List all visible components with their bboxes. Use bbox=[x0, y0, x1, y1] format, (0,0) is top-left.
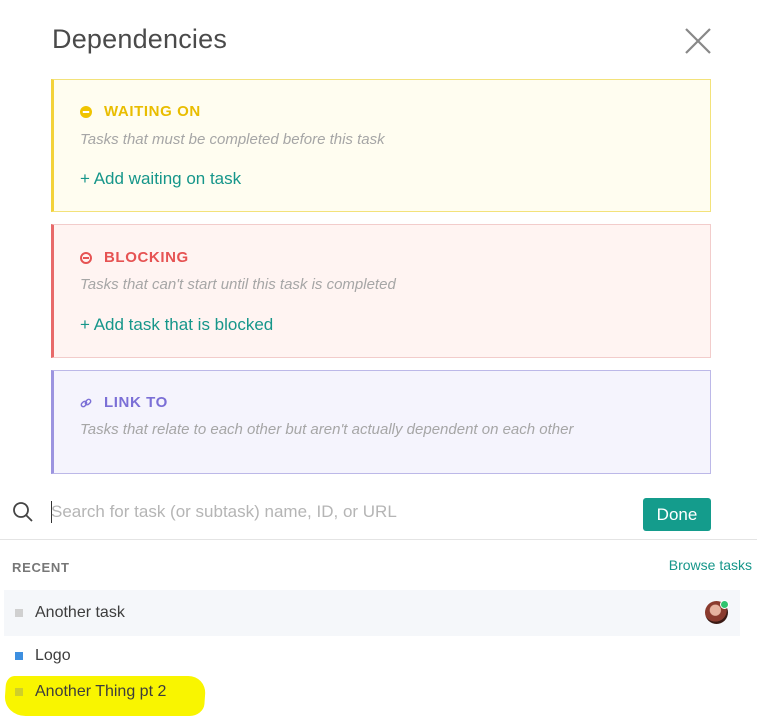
waiting-on-heading: WAITING ON bbox=[80, 103, 201, 120]
close-icon bbox=[685, 28, 711, 54]
status-square-icon bbox=[15, 609, 23, 617]
recent-task-row[interactable]: Another task bbox=[4, 590, 740, 636]
online-status-icon bbox=[720, 600, 729, 609]
done-button[interactable]: Done bbox=[643, 498, 711, 531]
search-input[interactable] bbox=[51, 498, 636, 526]
add-blocked-task-link[interactable]: + Add task that is blocked bbox=[80, 315, 273, 335]
blocking-title: BLOCKING bbox=[104, 249, 189, 266]
close-button[interactable] bbox=[681, 24, 715, 58]
link-to-section: LINK TO Tasks that relate to each other … bbox=[51, 370, 711, 474]
status-square-icon bbox=[15, 652, 23, 660]
blocking-heading: BLOCKING bbox=[80, 249, 189, 266]
link-icon bbox=[80, 398, 92, 407]
task-name: Another Thing pt 2 bbox=[35, 683, 167, 700]
dialog-title: Dependencies bbox=[52, 24, 228, 54]
blocking-icon bbox=[80, 251, 92, 264]
status-square-icon bbox=[15, 688, 23, 696]
recent-label: RECENT bbox=[12, 560, 70, 575]
blocking-section: BLOCKING Tasks that can't start until th… bbox=[51, 224, 711, 358]
waiting-on-section: WAITING ON Tasks that must be completed … bbox=[51, 79, 711, 212]
waiting-on-description: Tasks that must be completed before this… bbox=[80, 131, 385, 148]
waiting-icon bbox=[80, 105, 92, 118]
task-name: Another task bbox=[35, 604, 125, 621]
blocking-description: Tasks that can't start until this task i… bbox=[80, 276, 396, 293]
link-to-heading: LINK TO bbox=[80, 394, 168, 411]
link-to-description: Tasks that relate to each other but aren… bbox=[80, 421, 574, 438]
browse-tasks-link[interactable]: Browse tasks bbox=[669, 557, 752, 573]
search-icon bbox=[13, 502, 33, 522]
link-to-title: LINK TO bbox=[104, 394, 168, 411]
task-name: Logo bbox=[35, 647, 71, 664]
add-waiting-on-link[interactable]: + Add waiting on task bbox=[80, 169, 241, 189]
waiting-on-title: WAITING ON bbox=[104, 103, 201, 120]
divider bbox=[0, 539, 757, 540]
recent-task-row[interactable]: Another Thing pt 2 bbox=[4, 669, 740, 715]
